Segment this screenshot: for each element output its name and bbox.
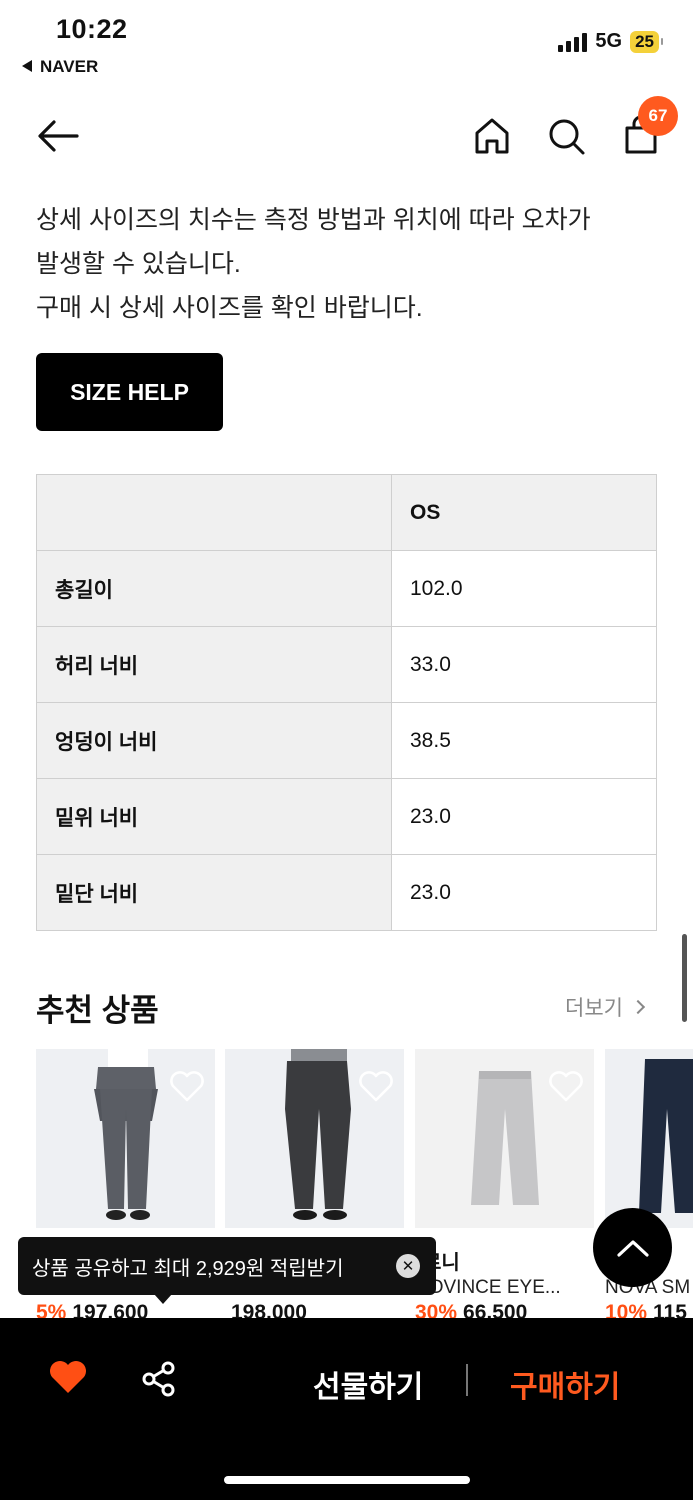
row-value: 38.5 [391, 702, 657, 779]
back-triangle-icon [22, 59, 32, 72]
size-help-button[interactable]: SIZE HELP [36, 353, 223, 431]
product-card[interactable]: NOVA SM 10% 115 [605, 1049, 693, 1339]
toast-text: 상품 공유하고 최대 2,929원 적립받기 [32, 1257, 344, 1280]
table-header-size: OS [391, 474, 657, 551]
home-indicator [224, 1476, 470, 1484]
heart-icon[interactable] [358, 1069, 394, 1103]
more-label: 더보기 [565, 997, 623, 1020]
row-label: 허리 너비 [36, 626, 392, 703]
back-app-label: NAVER [40, 57, 99, 76]
scrollbar[interactable] [682, 934, 687, 1022]
table-row: 허리 너비 33.0 [36, 626, 657, 703]
row-value: 102.0 [391, 550, 657, 627]
chevron-up-icon [616, 1239, 649, 1257]
cart-count-badge: 67 [638, 96, 678, 136]
table-header-row: OS [36, 474, 657, 551]
heart-icon[interactable] [548, 1069, 584, 1103]
product-card[interactable]: 198,000 [225, 1049, 404, 1324]
row-label: 엉덩이 너비 [36, 702, 392, 779]
heart-filled-icon[interactable] [48, 1358, 88, 1396]
product-image[interactable] [605, 1049, 693, 1228]
product-image[interactable] [415, 1049, 594, 1228]
notice-line: 상세 사이즈의 치수는 측정 방법과 위치에 따라 오차가 [36, 206, 591, 234]
row-label: 밑단 너비 [36, 854, 392, 931]
status-time: 10:22 [56, 14, 128, 44]
share-reward-toast[interactable]: 상품 공유하고 최대 2,929원 적립받기 ✕ [18, 1237, 436, 1304]
close-icon[interactable]: ✕ [396, 1254, 420, 1278]
more-link[interactable]: 더보기 [565, 992, 646, 1022]
product-image[interactable] [36, 1049, 215, 1228]
heart-icon[interactable] [169, 1069, 205, 1103]
table-row: 밑단 너비 23.0 [36, 854, 657, 931]
search-icon[interactable] [546, 114, 586, 158]
row-label: 총길이 [36, 550, 392, 627]
signal-icon [558, 32, 588, 52]
product-image[interactable] [225, 1049, 404, 1228]
back-arrow-icon[interactable] [36, 118, 80, 154]
row-value: 33.0 [391, 626, 657, 703]
share-icon[interactable] [140, 1360, 178, 1398]
back-to-app[interactable]: NAVER [22, 57, 98, 77]
size-table: OS 총길이 102.0 허리 너비 33.0 엉덩이 너비 38.5 밑위 너… [36, 474, 657, 931]
row-label: 밑위 너비 [36, 778, 392, 855]
chevron-right-icon [630, 999, 646, 1015]
scroll-top-button[interactable] [593, 1208, 672, 1287]
buy-button[interactable]: 구매하기 [510, 1362, 620, 1406]
home-icon[interactable] [472, 114, 512, 158]
gift-button[interactable]: 선물하기 [313, 1362, 423, 1406]
divider [466, 1364, 468, 1396]
row-value: 23.0 [391, 778, 657, 855]
notice-line: 발생할 수 있습니다. [36, 250, 241, 278]
bottom-action-bar: 선물하기 구매하기 [0, 1318, 693, 1500]
table-row: 엉덩이 너비 38.5 [36, 702, 657, 779]
product-name: ROVINCE EYE... [415, 1277, 561, 1298]
product-card[interactable]: 로니 ROVINCE EYE... 30% 66,500 [415, 1049, 594, 1324]
recommended-title: 추천 상품 [36, 993, 159, 1028]
table-row: 총길이 102.0 [36, 550, 657, 627]
table-header-label [36, 474, 392, 551]
row-value: 23.0 [391, 854, 657, 931]
product-card[interactable]: 5% 197,600 [36, 1049, 215, 1324]
table-row: 밑위 너비 23.0 [36, 778, 657, 855]
network-label: 5G [595, 30, 623, 52]
battery-icon: 25 [630, 30, 663, 53]
status-indicators: 5G 25 [558, 30, 663, 53]
size-notice: 상세 사이즈의 치수는 측정 방법과 위치에 따라 오차가 발생할 수 있습니다… [36, 198, 656, 330]
notice-line: 구매 시 상세 사이즈를 확인 바랍니다. [36, 294, 423, 322]
